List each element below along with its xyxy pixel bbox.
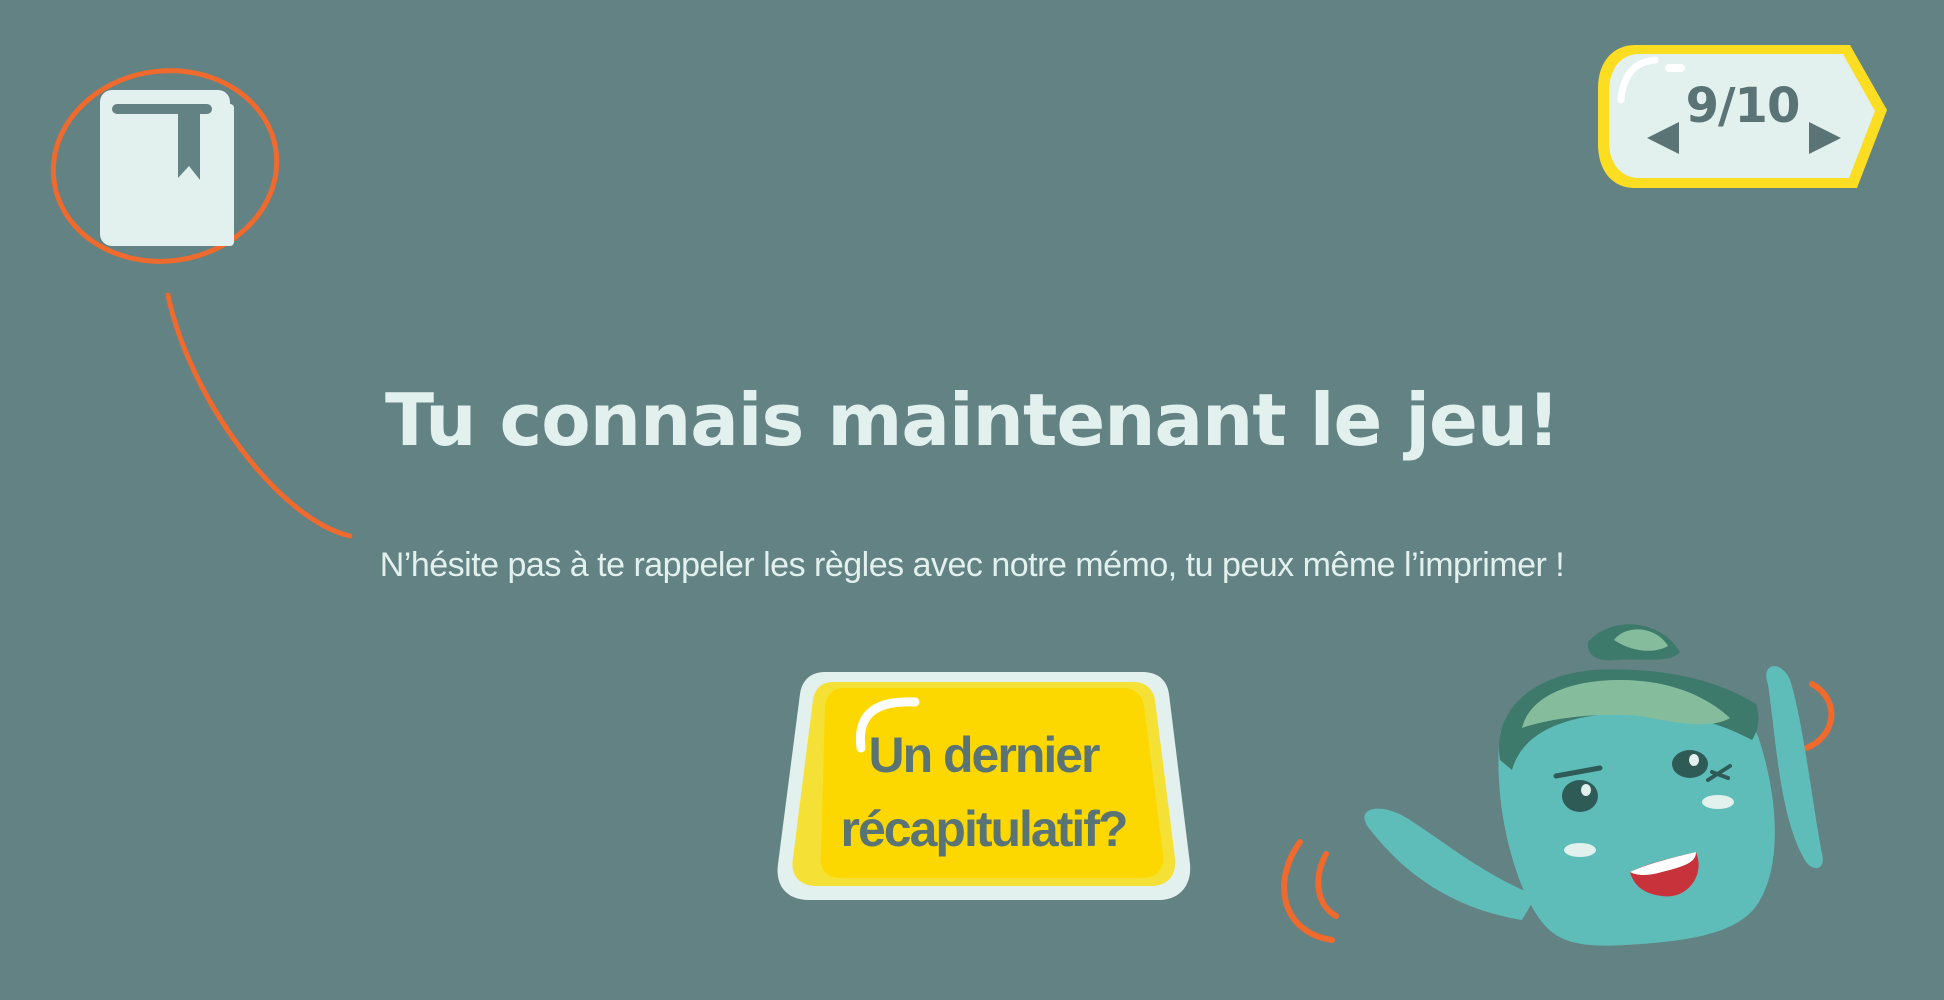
book-bookmark-icon	[100, 90, 234, 246]
memo-book-button[interactable]	[50, 68, 353, 539]
recap-label-line2: récapitulatif?	[840, 801, 1129, 857]
recap-button-label: Un dernier récapitulatif?	[795, 718, 1172, 866]
next-button[interactable]	[1805, 118, 1845, 158]
recap-label-line1: Un dernier	[868, 727, 1100, 783]
page-subtitle: N’hésite pas à te rappeler les règles av…	[379, 546, 1565, 584]
recap-button[interactable]: Un dernier récapitulatif?	[775, 668, 1192, 904]
progress-indicator: 9/10	[1595, 40, 1890, 195]
progress-label: 9/10	[1685, 78, 1801, 134]
memo-highlight	[50, 68, 353, 539]
page-title: Tu connais maintenant le jeu!	[385, 378, 1560, 462]
triangle-left-icon	[1647, 122, 1679, 154]
triangle-right-icon	[1809, 122, 1841, 154]
mascot	[1260, 600, 1860, 960]
teapot-mascot-icon	[1281, 624, 1835, 946]
prev-button[interactable]	[1643, 118, 1683, 158]
